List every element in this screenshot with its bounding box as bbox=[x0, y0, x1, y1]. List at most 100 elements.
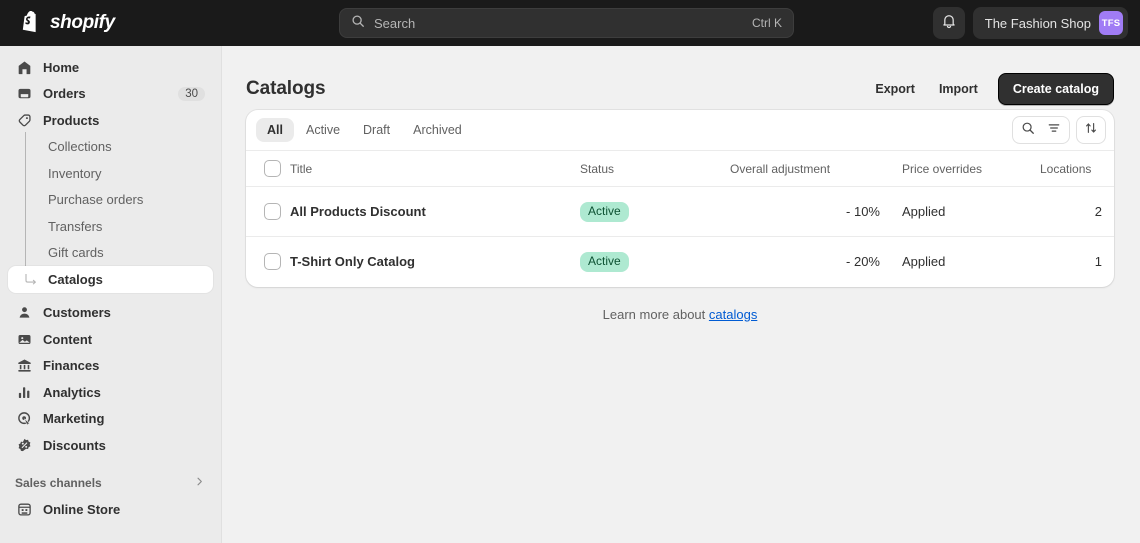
select-all-checkbox[interactable] bbox=[264, 160, 281, 177]
sidebar-label: Products bbox=[43, 113, 99, 128]
filter-icon bbox=[1047, 121, 1061, 140]
catalogs-help-link[interactable]: catalogs bbox=[709, 307, 757, 322]
table-row[interactable]: All Products Discount Active - 10% Appli… bbox=[246, 187, 1114, 237]
table-filter-button[interactable] bbox=[1041, 118, 1067, 142]
search-shortcut: Ctrl K bbox=[752, 16, 782, 30]
column-overall-adjustment: Overall adjustment bbox=[730, 151, 880, 187]
export-button[interactable]: Export bbox=[865, 75, 925, 103]
store-menu-button[interactable]: The Fashion Shop TFS bbox=[973, 7, 1128, 39]
online-store-icon bbox=[15, 502, 34, 517]
search-icon bbox=[1021, 121, 1035, 140]
sidebar: Home Orders 30 bbox=[0, 46, 222, 543]
table-search-button[interactable] bbox=[1015, 118, 1041, 142]
sidebar-item-online-store[interactable]: Online Store bbox=[8, 497, 213, 524]
sidebar-item-transfers[interactable]: Transfers bbox=[8, 213, 213, 240]
catalogs-table: Title Status Overall adjustment Price ov… bbox=[246, 151, 1114, 287]
store-name: The Fashion Shop bbox=[985, 16, 1091, 31]
tab-all[interactable]: All bbox=[256, 118, 294, 142]
column-locations: Locations bbox=[1040, 151, 1114, 187]
sidebar-label: Analytics bbox=[43, 385, 101, 400]
orders-inbox-icon bbox=[15, 86, 34, 101]
row-checkbox[interactable] bbox=[264, 253, 281, 270]
sort-arrows-icon bbox=[1084, 121, 1098, 140]
sidebar-spacer bbox=[8, 293, 213, 300]
tab-active[interactable]: Active bbox=[295, 118, 351, 142]
global-search[interactable]: Search Ctrl K bbox=[339, 8, 794, 38]
row-title-cell: T-Shirt Only Catalog bbox=[290, 237, 580, 287]
shopify-wordmark: shopify bbox=[50, 12, 115, 34]
catalog-title-link[interactable]: All Products Discount bbox=[290, 204, 426, 219]
status-badge: Active bbox=[580, 202, 629, 222]
sidebar-sub-label: Catalogs bbox=[48, 272, 103, 287]
shopify-admin-app: shopify Search Ctrl K bbox=[0, 0, 1140, 543]
card-toolbar: All Active Draft Archived bbox=[246, 110, 1114, 151]
products-tag-icon bbox=[15, 113, 34, 128]
search-input[interactable]: Search Ctrl K bbox=[339, 8, 794, 38]
tab-archived[interactable]: Archived bbox=[402, 118, 473, 142]
sidebar-label: Customers bbox=[43, 305, 111, 320]
learn-more-note: Learn more about catalogs bbox=[222, 307, 1140, 322]
row-checkbox[interactable] bbox=[264, 203, 281, 220]
row-title-cell: All Products Discount bbox=[290, 187, 580, 237]
sidebar-label: Finances bbox=[43, 358, 99, 373]
row-select-cell bbox=[246, 237, 290, 287]
column-price-overrides: Price overrides bbox=[880, 151, 1040, 187]
subnav-elbow-icon bbox=[25, 273, 38, 291]
sidebar-item-collections[interactable]: Collections bbox=[8, 134, 213, 161]
sidebar-item-discounts[interactable]: Discounts bbox=[8, 432, 213, 459]
table-sort-button[interactable] bbox=[1076, 116, 1106, 144]
row-price-overrides-cell: Applied bbox=[880, 187, 1040, 237]
sidebar-item-orders[interactable]: Orders 30 bbox=[8, 81, 213, 108]
status-tabs: All Active Draft Archived bbox=[256, 118, 473, 142]
sidebar-item-customers[interactable]: Customers bbox=[8, 300, 213, 327]
table-header-row: Title Status Overall adjustment Price ov… bbox=[246, 151, 1114, 187]
sidebar-item-home[interactable]: Home bbox=[8, 54, 213, 81]
learn-more-text: Learn more about bbox=[603, 307, 706, 322]
row-locations-cell: 1 bbox=[1040, 237, 1114, 287]
status-badge: Active bbox=[580, 252, 629, 272]
row-locations-cell: 2 bbox=[1040, 187, 1114, 237]
row-select-cell bbox=[246, 187, 290, 237]
notifications-button[interactable] bbox=[933, 7, 965, 39]
bell-icon bbox=[941, 13, 957, 34]
sidebar-item-content[interactable]: Content bbox=[8, 326, 213, 353]
sidebar-label: Content bbox=[43, 332, 92, 347]
search-and-filter-group bbox=[1012, 116, 1070, 144]
body: Home Orders 30 bbox=[0, 46, 1140, 543]
shopify-brand[interactable]: shopify bbox=[12, 11, 212, 34]
sidebar-section-sales-channels[interactable]: Sales channels bbox=[8, 469, 213, 497]
sidebar-item-analytics[interactable]: Analytics bbox=[8, 379, 213, 406]
discount-badge-icon bbox=[15, 438, 34, 453]
finances-bank-icon bbox=[15, 358, 34, 373]
sidebar-item-purchase-orders[interactable]: Purchase orders bbox=[8, 187, 213, 214]
chevron-right-icon bbox=[194, 476, 205, 489]
sidebar-item-inventory[interactable]: Inventory bbox=[8, 160, 213, 187]
sidebar-sub-label: Transfers bbox=[48, 219, 102, 234]
row-adjustment-cell: - 20% bbox=[730, 237, 880, 287]
analytics-bars-icon bbox=[15, 385, 34, 400]
sidebar-sub-label: Purchase orders bbox=[48, 192, 143, 207]
table-body: All Products Discount Active - 10% Appli… bbox=[246, 187, 1114, 287]
page-header: Catalogs Export Import Create catalog bbox=[222, 46, 1140, 110]
create-catalog-button[interactable]: Create catalog bbox=[998, 73, 1114, 105]
tab-draft[interactable]: Draft bbox=[352, 118, 401, 142]
sidebar-section-title: Sales channels bbox=[15, 476, 102, 490]
sidebar-item-marketing[interactable]: Marketing bbox=[8, 406, 213, 433]
table-row[interactable]: T-Shirt Only Catalog Active - 20% Applie… bbox=[246, 237, 1114, 287]
sidebar-item-products[interactable]: Products bbox=[8, 107, 213, 134]
sidebar-label: Orders bbox=[43, 86, 86, 101]
sidebar-label: Discounts bbox=[43, 438, 106, 453]
sidebar-label: Marketing bbox=[43, 411, 104, 426]
search-icon bbox=[351, 14, 365, 33]
sidebar-item-finances[interactable]: Finances bbox=[8, 353, 213, 380]
column-title: Title bbox=[290, 151, 580, 187]
import-button[interactable]: Import bbox=[929, 75, 988, 103]
overall-adjustment-value: - 20% bbox=[846, 254, 880, 269]
sidebar-item-catalogs[interactable]: Catalogs bbox=[8, 266, 213, 293]
row-price-overrides-cell: Applied bbox=[880, 237, 1040, 287]
sidebar-item-gift-cards[interactable]: Gift cards bbox=[8, 240, 213, 267]
select-all-header bbox=[246, 151, 290, 187]
catalog-title-link[interactable]: T-Shirt Only Catalog bbox=[290, 254, 415, 269]
toolbar-actions bbox=[1012, 116, 1106, 144]
table-head: Title Status Overall adjustment Price ov… bbox=[246, 151, 1114, 187]
